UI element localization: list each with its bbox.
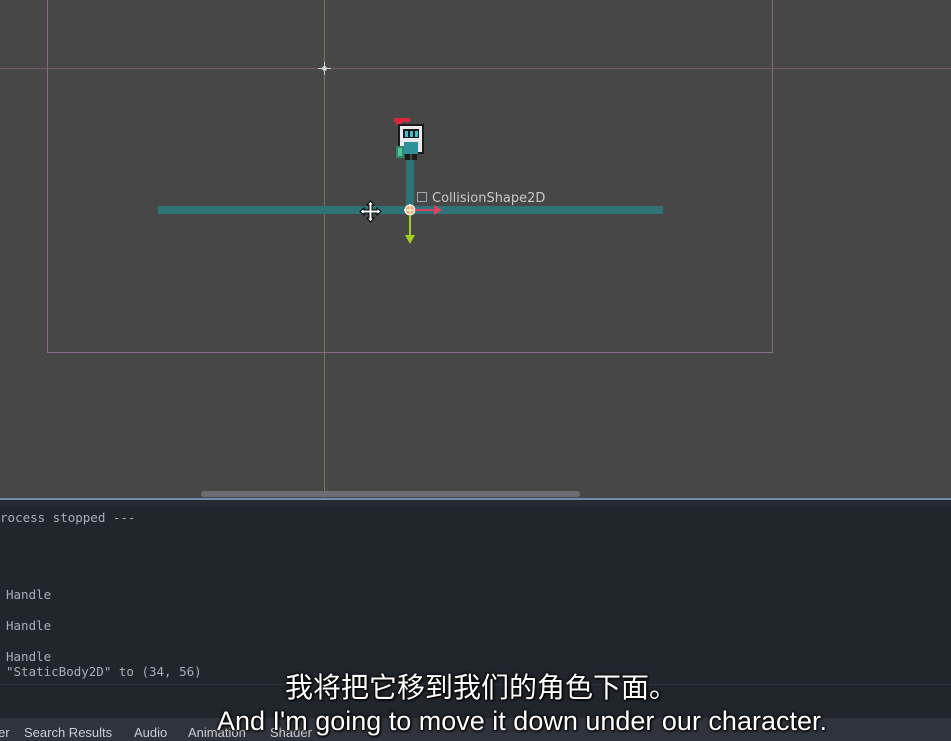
transform-gizmo-icon[interactable] <box>400 200 450 248</box>
horizontal-scrollbar-thumb[interactable] <box>201 491 580 497</box>
output-line: Handle <box>6 618 52 633</box>
subtitle-english: And I'm going to move it down under our … <box>217 706 827 736</box>
subtitle-chinese: 我将把它移到我们的角色下面。 <box>284 671 677 704</box>
output-line: rocess stopped --- <box>0 510 136 525</box>
output-line: Handle <box>6 587 52 602</box>
x-axis-line <box>0 68 951 69</box>
output-line: Handle <box>6 649 52 664</box>
canvas-viewport[interactable]: CollisionShape2D <box>0 0 951 498</box>
knight-sprite[interactable] <box>391 116 427 164</box>
move-cursor-icon <box>359 200 382 223</box>
origin-crosshair-icon <box>318 62 331 75</box>
